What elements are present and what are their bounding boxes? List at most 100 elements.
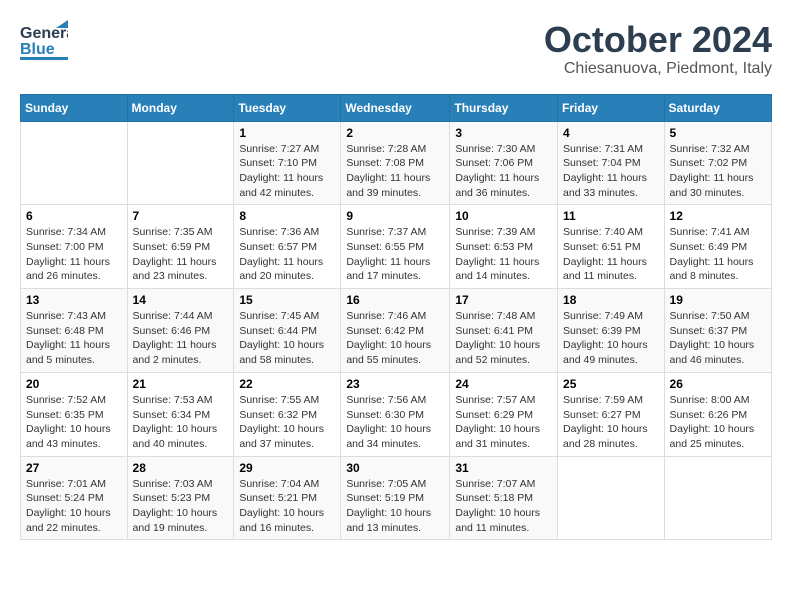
day-info: Sunrise: 7:48 AMSunset: 6:41 PMDaylight:… <box>455 309 552 368</box>
calendar-day-cell: 8 Sunrise: 7:36 AMSunset: 6:57 PMDaylight… <box>234 205 341 289</box>
day-info: Sunrise: 7:56 AMSunset: 6:30 PMDaylight:… <box>346 393 444 452</box>
day-info: Sunrise: 7:59 AMSunset: 6:27 PMDaylight:… <box>563 393 659 452</box>
day-number: 22 <box>239 377 335 391</box>
calendar-day-cell: 31 Sunrise: 7:07 AMSunset: 5:18 PMDayligh… <box>450 456 558 540</box>
day-number: 25 <box>563 377 659 391</box>
calendar-day-cell: 6 Sunrise: 7:34 AMSunset: 7:00 PMDaylight… <box>21 205 128 289</box>
calendar-day-cell <box>558 456 665 540</box>
calendar-day-cell: 2 Sunrise: 7:28 AMSunset: 7:08 PMDaylight… <box>341 121 450 205</box>
calendar-day-cell: 22 Sunrise: 7:55 AMSunset: 6:32 PMDayligh… <box>234 372 341 456</box>
calendar-day-cell: 11Sunrise: 7:40 AMSunset: 6:51 PMDayligh… <box>558 205 665 289</box>
calendar-day-cell: 5Sunrise: 7:32 AMSunset: 7:02 PMDaylight… <box>664 121 771 205</box>
day-info: Sunrise: 7:49 AMSunset: 6:39 PMDaylight:… <box>563 309 659 368</box>
calendar-day-cell: 4 Sunrise: 7:31 AMSunset: 7:04 PMDaylight… <box>558 121 665 205</box>
logo-icon: General Blue <box>20 20 68 64</box>
day-info: Sunrise: 7:45 AMSunset: 6:44 PMDaylight:… <box>239 309 335 368</box>
day-number: 4 <box>563 126 659 140</box>
day-number: 21 <box>133 377 229 391</box>
day-number: 24 <box>455 377 552 391</box>
day-number: 17 <box>455 293 552 307</box>
calendar-week-row: 6 Sunrise: 7:34 AMSunset: 7:00 PMDaylight… <box>21 205 772 289</box>
calendar-week-row: 20 Sunrise: 7:52 AMSunset: 6:35 PMDayligh… <box>21 372 772 456</box>
day-number: 3 <box>455 126 552 140</box>
day-info: Sunrise: 7:50 AMSunset: 6:37 PMDaylight:… <box>670 309 766 368</box>
location-title: Chiesanuova, Piedmont, Italy <box>544 60 772 78</box>
day-info: Sunrise: 7:35 AMSunset: 6:59 PMDaylight:… <box>133 225 229 284</box>
day-info: Sunrise: 7:39 AMSunset: 6:53 PMDaylight:… <box>455 225 552 284</box>
day-number: 1 <box>239 126 335 140</box>
calendar-day-cell: 29 Sunrise: 7:04 AMSunset: 5:21 PMDayligh… <box>234 456 341 540</box>
calendar-day-cell: 7 Sunrise: 7:35 AMSunset: 6:59 PMDaylight… <box>127 205 234 289</box>
weekday-header: Sunday <box>21 94 128 121</box>
day-info: Sunrise: 7:04 AMSunset: 5:21 PMDaylight:… <box>239 477 335 536</box>
day-info: Sunrise: 7:37 AMSunset: 6:55 PMDaylight:… <box>346 225 444 284</box>
calendar-week-row: 1 Sunrise: 7:27 AMSunset: 7:10 PMDaylight… <box>21 121 772 205</box>
day-number: 23 <box>346 377 444 391</box>
day-info: Sunrise: 8:00 AMSunset: 6:26 PMDaylight:… <box>670 393 766 452</box>
calendar-week-row: 27 Sunrise: 7:01 AMSunset: 5:24 PMDayligh… <box>21 456 772 540</box>
day-info: Sunrise: 7:55 AMSunset: 6:32 PMDaylight:… <box>239 393 335 452</box>
day-info: Sunrise: 7:43 AMSunset: 6:48 PMDaylight:… <box>26 309 122 368</box>
day-number: 11 <box>563 209 659 223</box>
day-number: 29 <box>239 461 335 475</box>
calendar-day-cell: 28 Sunrise: 7:03 AMSunset: 5:23 PMDayligh… <box>127 456 234 540</box>
day-info: Sunrise: 7:53 AMSunset: 6:34 PMDaylight:… <box>133 393 229 452</box>
calendar-day-cell: 18 Sunrise: 7:49 AMSunset: 6:39 PMDayligh… <box>558 289 665 373</box>
calendar-day-cell: 3 Sunrise: 7:30 AMSunset: 7:06 PMDaylight… <box>450 121 558 205</box>
day-info: Sunrise: 7:03 AMSunset: 5:23 PMDaylight:… <box>133 477 229 536</box>
calendar-day-cell: 23 Sunrise: 7:56 AMSunset: 6:30 PMDayligh… <box>341 372 450 456</box>
day-number: 19 <box>670 293 766 307</box>
calendar-day-cell: 20 Sunrise: 7:52 AMSunset: 6:35 PMDayligh… <box>21 372 128 456</box>
day-number: 8 <box>239 209 335 223</box>
day-number: 28 <box>133 461 229 475</box>
calendar-day-cell: 24Sunrise: 7:57 AMSunset: 6:29 PMDayligh… <box>450 372 558 456</box>
calendar-day-cell: 9 Sunrise: 7:37 AMSunset: 6:55 PMDaylight… <box>341 205 450 289</box>
day-info: Sunrise: 7:30 AMSunset: 7:06 PMDaylight:… <box>455 142 552 201</box>
header-row: SundayMondayTuesdayWednesdayThursdayFrid… <box>21 94 772 121</box>
day-number: 6 <box>26 209 122 223</box>
day-info: Sunrise: 7:31 AMSunset: 7:04 PMDaylight:… <box>563 142 659 201</box>
calendar-day-cell <box>21 121 128 205</box>
day-info: Sunrise: 7:27 AMSunset: 7:10 PMDaylight:… <box>239 142 335 201</box>
day-number: 27 <box>26 461 122 475</box>
day-info: Sunrise: 7:44 AMSunset: 6:46 PMDaylight:… <box>133 309 229 368</box>
day-number: 26 <box>670 377 766 391</box>
day-number: 9 <box>346 209 444 223</box>
day-number: 14 <box>133 293 229 307</box>
day-info: Sunrise: 7:01 AMSunset: 5:24 PMDaylight:… <box>26 477 122 536</box>
day-info: Sunrise: 7:41 AMSunset: 6:49 PMDaylight:… <box>670 225 766 284</box>
day-number: 18 <box>563 293 659 307</box>
calendar-day-cell: 17 Sunrise: 7:48 AMSunset: 6:41 PMDayligh… <box>450 289 558 373</box>
calendar-day-cell: 19 Sunrise: 7:50 AMSunset: 6:37 PMDayligh… <box>664 289 771 373</box>
day-info: Sunrise: 7:46 AMSunset: 6:42 PMDaylight:… <box>346 309 444 368</box>
weekday-header: Tuesday <box>234 94 341 121</box>
calendar-day-cell <box>664 456 771 540</box>
calendar-day-cell: 10Sunrise: 7:39 AMSunset: 6:53 PMDayligh… <box>450 205 558 289</box>
weekday-header: Wednesday <box>341 94 450 121</box>
title-section: October 2024 Chiesanuova, Piedmont, Ital… <box>544 20 772 78</box>
day-number: 2 <box>346 126 444 140</box>
day-info: Sunrise: 7:52 AMSunset: 6:35 PMDaylight:… <box>26 393 122 452</box>
day-info: Sunrise: 7:28 AMSunset: 7:08 PMDaylight:… <box>346 142 444 201</box>
calendar-day-cell: 16Sunrise: 7:46 AMSunset: 6:42 PMDayligh… <box>341 289 450 373</box>
calendar-day-cell: 14 Sunrise: 7:44 AMSunset: 6:46 PMDayligh… <box>127 289 234 373</box>
svg-text:Blue: Blue <box>20 41 55 58</box>
calendar-day-cell: 30Sunrise: 7:05 AMSunset: 5:19 PMDayligh… <box>341 456 450 540</box>
page-header: General Blue October 2024 Chiesanuova, P… <box>20 20 772 78</box>
calendar-day-cell: 21 Sunrise: 7:53 AMSunset: 6:34 PMDayligh… <box>127 372 234 456</box>
day-number: 13 <box>26 293 122 307</box>
day-info: Sunrise: 7:34 AMSunset: 7:00 PMDaylight:… <box>26 225 122 284</box>
day-number: 7 <box>133 209 229 223</box>
day-info: Sunrise: 7:07 AMSunset: 5:18 PMDaylight:… <box>455 477 552 536</box>
day-number: 20 <box>26 377 122 391</box>
weekday-header: Thursday <box>450 94 558 121</box>
day-number: 15 <box>239 293 335 307</box>
day-info: Sunrise: 7:36 AMSunset: 6:57 PMDaylight:… <box>239 225 335 284</box>
weekday-header: Friday <box>558 94 665 121</box>
calendar-day-cell: 1 Sunrise: 7:27 AMSunset: 7:10 PMDaylight… <box>234 121 341 205</box>
day-number: 12 <box>670 209 766 223</box>
weekday-header: Saturday <box>664 94 771 121</box>
month-title: October 2024 <box>544 20 772 60</box>
day-number: 31 <box>455 461 552 475</box>
calendar-day-cell: 15 Sunrise: 7:45 AMSunset: 6:44 PMDayligh… <box>234 289 341 373</box>
